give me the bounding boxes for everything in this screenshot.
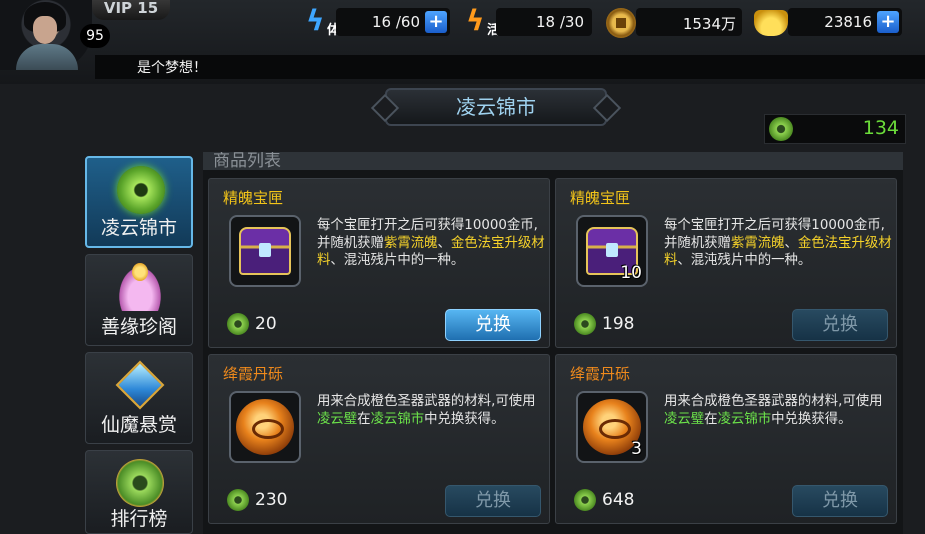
item-description: 用来合成橙色圣器武器的材料,可使用凌云璧在凌云锦市中兑换获得。	[317, 394, 536, 427]
sidebar-item-label: 凌云锦市	[100, 217, 177, 239]
shop-title: 凌云锦市	[385, 88, 607, 126]
exchange-button[interactable]: 兑换	[445, 485, 541, 517]
add-gold-button[interactable]: +	[877, 11, 899, 33]
vigor-value: 18 /30	[536, 13, 584, 31]
price-value: 230	[255, 490, 288, 510]
exchange-button[interactable]: 兑换	[792, 309, 888, 341]
shop-item-card: 绛霞丹砾 3 用来合成橙色圣器武器的材料,可使用凌云璧在凌云锦市中兑换获得。 6…	[555, 354, 897, 524]
coins-value: 1534万	[682, 15, 736, 33]
add-stamina-button[interactable]: +	[425, 11, 447, 33]
item-icon-frame[interactable]	[229, 215, 301, 287]
jade-currency-icon	[574, 313, 596, 335]
stamina-icon: ϟ 体	[306, 4, 340, 39]
item-description: 用来合成橙色圣器武器的材料,可使用凌云璧在凌云锦市中兑换获得。	[664, 394, 883, 427]
vigor-icon: ϟ 活	[466, 4, 500, 39]
player-avatar[interactable]	[0, 0, 92, 70]
jade-currency-icon	[769, 117, 793, 141]
price-value: 198	[602, 314, 635, 334]
gold-display: 23816 +	[788, 8, 902, 36]
item-icon-frame[interactable]: 10	[576, 215, 648, 287]
shop-item-card: 绛霞丹砾 用来合成橙色圣器武器的材料,可使用凌云璧在凌云锦市中兑换获得。 230…	[208, 354, 550, 524]
stamina-value: 16 /60	[372, 13, 420, 31]
player-level: 95	[80, 24, 110, 48]
sidebar-item-label: 善缘珍阁	[100, 316, 177, 338]
sidebar-item-lingyun-market[interactable]: 凌云锦市	[85, 156, 193, 248]
sidebar-item-bounty[interactable]: 仙魔悬赏	[85, 352, 193, 444]
jade-balance: 134	[764, 114, 906, 144]
jade-medal-icon	[116, 459, 164, 507]
jade-currency-icon	[574, 489, 596, 511]
item-description: 每个宝匣打开之后可获得10000金币,并随机获赠紫霄流魄、金色法宝升级材料、混沌…	[317, 218, 545, 269]
item-name: 绛霞丹砾	[223, 365, 284, 383]
item-icon-frame[interactable]	[229, 391, 301, 463]
gold-ingot-icon	[754, 10, 788, 36]
price-value: 648	[602, 490, 635, 510]
sidebar-item-shanyuan-pavilion[interactable]: 善缘珍阁	[85, 254, 193, 346]
shop-item-card: 精魄宝匣 10 每个宝匣打开之后可获得10000金币,并随机获赠紫霄流魄、金色法…	[555, 178, 897, 348]
gem-icon	[115, 360, 165, 410]
treasure-chest-icon	[239, 227, 291, 275]
price-value: 20	[255, 314, 277, 334]
item-quantity: 3	[631, 439, 642, 459]
sidebar-item-label: 排行榜	[110, 508, 168, 530]
exchange-button[interactable]: 兑换	[792, 485, 888, 517]
lotus-icon	[116, 263, 164, 311]
sidebar-item-leaderboard[interactable]: 排行榜	[85, 450, 193, 534]
jade-currency-icon	[227, 313, 249, 335]
jade-currency-icon	[227, 489, 249, 511]
item-name: 绛霞丹砾	[570, 365, 631, 383]
jade-balance-value: 134	[862, 117, 899, 139]
exchange-button[interactable]: 兑换	[445, 309, 541, 341]
ticker-text: 是个梦想！	[137, 60, 207, 76]
orange-ore-icon	[236, 399, 294, 455]
item-icon-frame[interactable]: 3	[576, 391, 648, 463]
item-quantity: 10	[620, 263, 642, 283]
list-header: 商品列表	[203, 152, 903, 170]
copper-coin-icon	[606, 8, 636, 38]
item-name: 精魄宝匣	[570, 189, 631, 207]
stamina-display: 16 /60 +	[336, 8, 450, 36]
vip-badge[interactable]: VIP 15	[92, 0, 170, 20]
item-list-panel[interactable]: 商品列表 精魄宝匣 每个宝匣打开之后可获得10000金币,并随机获赠紫霄流魄、金…	[203, 152, 903, 534]
gold-value: 23816	[824, 13, 872, 31]
vigor-display: 18 /30	[496, 8, 592, 36]
jade-coin-icon	[117, 166, 165, 214]
announcement-ticker: 是个梦想！	[95, 55, 925, 79]
item-name: 精魄宝匣	[223, 189, 284, 207]
coins-display: 1534万	[636, 8, 742, 36]
item-description: 每个宝匣打开之后可获得10000金币,并随机获赠紫霄流魄、金色法宝升级材料、混沌…	[664, 218, 892, 269]
sidebar-item-label: 仙魔悬赏	[100, 414, 177, 436]
shop-item-card: 精魄宝匣 每个宝匣打开之后可获得10000金币,并随机获赠紫霄流魄、金色法宝升级…	[208, 178, 550, 348]
